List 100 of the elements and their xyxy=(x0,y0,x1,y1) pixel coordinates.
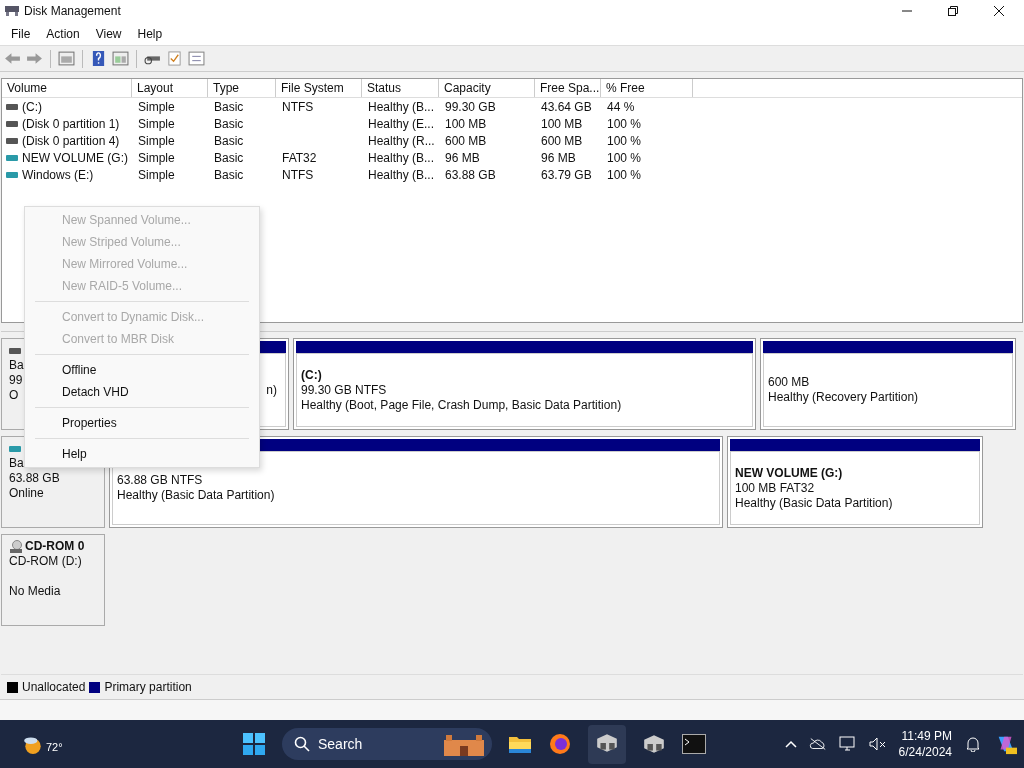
disk-app-icon xyxy=(4,5,20,17)
legend-label: Primary partition xyxy=(104,680,192,694)
chevron-up-icon[interactable] xyxy=(784,740,797,748)
table-cell-text: Simple xyxy=(137,133,176,148)
drive-icon xyxy=(6,154,18,161)
table-cell-text: FAT32 xyxy=(281,150,318,165)
table-cell-text: 100 MB xyxy=(444,116,488,131)
menu-item[interactable]: View xyxy=(87,26,130,41)
window-title: Disk Management xyxy=(24,4,121,18)
disk-name: CD-ROM 0 xyxy=(25,539,85,554)
table-cell-text: Basic xyxy=(213,167,245,182)
clock-date[interactable]: 6/24/2024 xyxy=(898,744,952,760)
table-cell-text: Simple xyxy=(137,99,176,114)
legend-label: Unallocated xyxy=(22,680,86,694)
partition-info: 63.88 GB NTFS xyxy=(117,473,203,488)
disk-info: 99 xyxy=(9,373,23,388)
partition-block[interactable]: 600 MB Healthy (Recovery Partition) xyxy=(760,338,1016,430)
cd-drive-icon xyxy=(9,539,23,554)
column-header[interactable]: Capacity xyxy=(439,79,535,97)
table-cell-text: NTFS xyxy=(281,167,315,182)
restore-icon[interactable] xyxy=(948,6,958,16)
table-cell-text: Healthy (R... xyxy=(367,133,436,148)
partition-info: n) xyxy=(266,382,277,398)
clock-time[interactable]: 11:49 PM xyxy=(901,728,952,744)
table-cell-text: 96 MB xyxy=(444,150,481,165)
drive-icon xyxy=(9,445,21,452)
drive-icon xyxy=(9,347,21,354)
table-cell-text: Simple xyxy=(137,116,176,131)
search-button[interactable]: Search xyxy=(282,728,492,760)
help-icon[interactable] xyxy=(90,51,107,66)
column-header[interactable]: Free Spa... xyxy=(535,79,601,97)
disk-info: Online xyxy=(9,486,44,501)
cloud-off-icon[interactable] xyxy=(808,736,827,752)
table-cell-text: 100 % xyxy=(606,133,643,148)
bell-icon[interactable] xyxy=(964,736,982,752)
disk-info: Ba xyxy=(9,358,24,373)
partition-block[interactable]: 63.88 GB NTFS Healthy (Basic Data Partition) xyxy=(109,436,723,528)
building-drawing xyxy=(442,732,486,756)
menu-item[interactable]: Offline xyxy=(25,359,259,381)
partition-info: 600 MB xyxy=(768,375,810,390)
table-cell-text: 96 MB xyxy=(540,150,577,165)
table-cell-text: 600 MB xyxy=(444,133,488,148)
partition-info: Healthy (Recovery Partition) xyxy=(768,390,919,405)
menu-item[interactable]: Help xyxy=(129,26,171,41)
table-cell: (C:) xyxy=(22,99,42,114)
table-cell-text: Healthy (B... xyxy=(367,99,436,114)
table-cell-text: 100 % xyxy=(606,150,643,165)
close-icon[interactable] xyxy=(994,6,1004,16)
table-cell: Windows (E:) xyxy=(22,167,94,182)
table-cell: (Disk 0 partition 1) xyxy=(22,116,120,131)
drive-icon xyxy=(6,103,18,110)
table-cell-text: Basic xyxy=(213,99,245,114)
menu-item[interactable]: Detach VHD xyxy=(25,381,259,403)
table-cell-text: 63.88 GB xyxy=(444,167,497,182)
table-cell-text: Simple xyxy=(137,167,176,182)
search-icon xyxy=(294,736,310,752)
temperature[interactable]: 72° xyxy=(46,741,63,753)
partition-block[interactable]: NEW VOLUME (G:) 100 MB FAT32 Healthy (Basic Data Partition) xyxy=(727,436,983,528)
table-cell-text: Healthy (B... xyxy=(367,167,436,182)
partition-info: 99.30 GB NTFS xyxy=(301,382,387,398)
column-header[interactable]: File System xyxy=(276,79,362,97)
menu-item[interactable]: File xyxy=(3,26,39,41)
terminal-icon[interactable] xyxy=(682,733,706,755)
partition-info: Healthy (Basic Data Partition) xyxy=(735,495,893,511)
checklist-icon[interactable] xyxy=(166,51,183,66)
speaker-muted-icon[interactable] xyxy=(868,736,887,752)
partition-title: NEW VOLUME (G:) xyxy=(735,465,843,481)
disk-info: CD-ROM (D:) xyxy=(9,554,82,569)
disk-info: No Media xyxy=(9,584,61,599)
drive-icon xyxy=(6,137,18,144)
table-cell-text: 43.64 GB xyxy=(540,99,593,114)
column-header[interactable]: Type xyxy=(208,79,276,97)
column-header[interactable]: % Free xyxy=(601,79,693,97)
partition-block[interactable]: (C:) 99.30 GB NTFS Healthy (Boot, Page File, Crash Dump, Basic Data Partition) xyxy=(293,338,756,430)
table-cell-text: Basic xyxy=(213,133,245,148)
table-cell-text: 100 % xyxy=(606,116,643,131)
table-cell-text: Healthy (E... xyxy=(367,116,436,131)
column-header[interactable]: Volume xyxy=(2,79,132,97)
disk-app-icon[interactable] xyxy=(642,733,666,755)
drive-icon xyxy=(6,171,18,178)
table-cell: (Disk 0 partition 4) xyxy=(22,133,120,148)
column-header[interactable]: Status xyxy=(362,79,439,97)
properties-icon[interactable] xyxy=(188,51,205,66)
partition-info: 100 MB FAT32 xyxy=(735,480,815,496)
table-cell: NEW VOLUME (G:) xyxy=(22,150,128,165)
disk-app-icon[interactable] xyxy=(595,731,619,754)
disk-label-panel[interactable]: CD-ROM 0 CD-ROM (D:) No Media xyxy=(1,534,105,626)
disk-info: O xyxy=(9,388,19,403)
menu-item[interactable]: Action xyxy=(38,26,88,41)
table-cell-text: 63.79 GB xyxy=(540,167,593,182)
table-cell-text: Simple xyxy=(137,150,176,165)
monitor-icon[interactable] xyxy=(838,736,857,752)
table-cell-text: NTFS xyxy=(281,99,315,114)
column-header[interactable]: Layout xyxy=(132,79,208,97)
start-icon[interactable] xyxy=(242,733,266,755)
menu-item[interactable]: Properties xyxy=(25,412,259,434)
table-cell-text: 100 % xyxy=(606,167,643,182)
partition-info: Healthy (Basic Data Partition) xyxy=(117,488,275,503)
browser-icon[interactable] xyxy=(548,733,572,755)
drive-icon xyxy=(6,120,18,127)
